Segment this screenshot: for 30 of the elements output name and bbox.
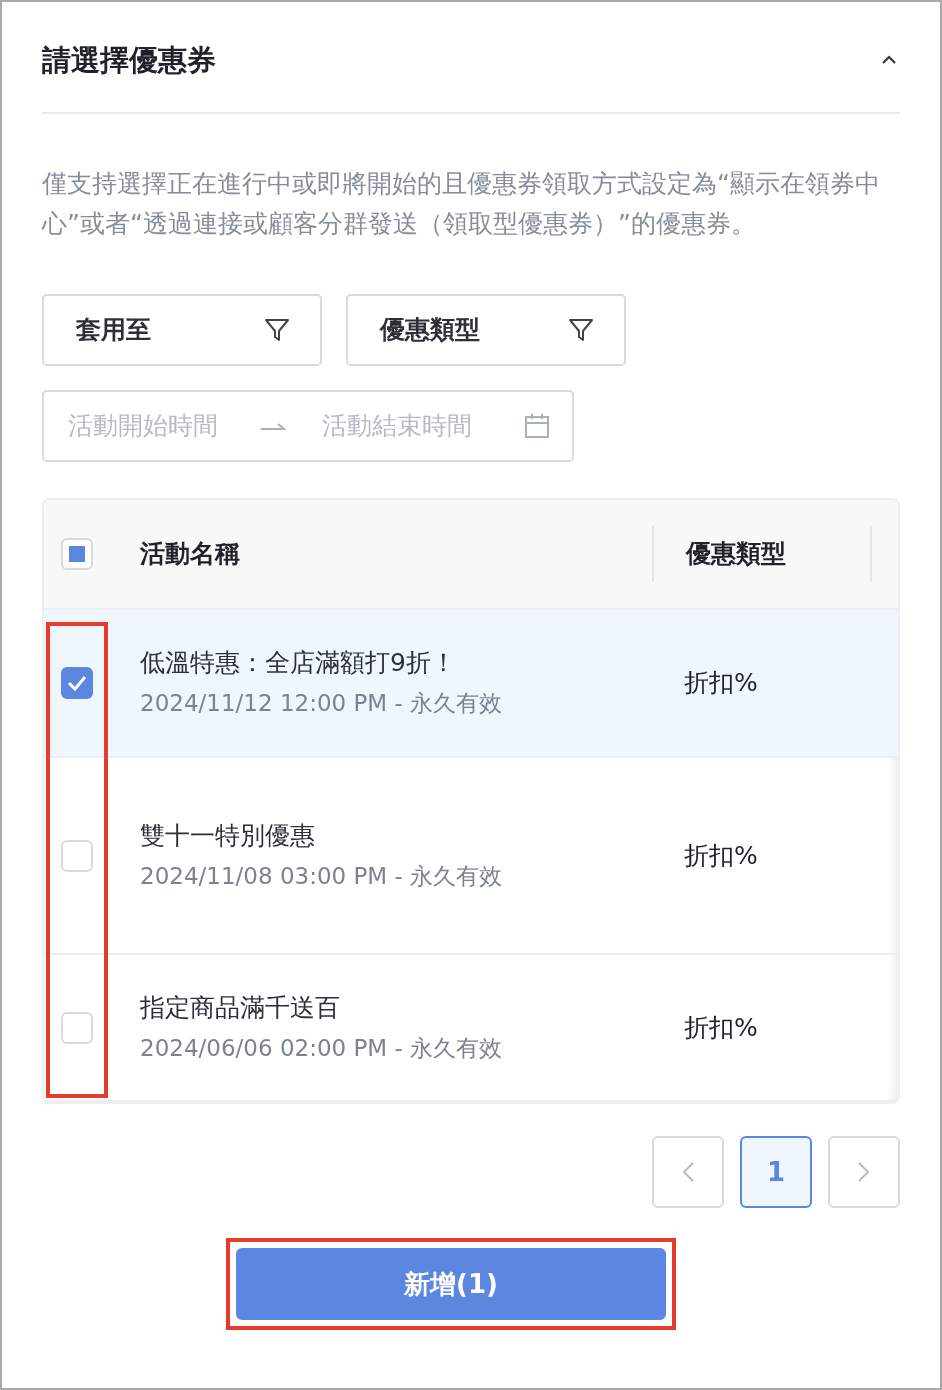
table-row[interactable]: 雙十一特別優惠 2024/11/08 03:00 PM - 永久有效 折扣% <box>44 758 898 955</box>
coupon-name: 雙十一特別優惠 <box>140 819 316 852</box>
coupon-period: 2024/11/08 03:00 PM - 永久有效 <box>140 861 504 891</box>
table-row[interactable]: 低溫特惠：全店滿額打9折！ 2024/11/12 12:00 PM - 永久有效 折扣% <box>44 610 898 758</box>
filter-icon <box>568 317 594 343</box>
end-date-field[interactable]: 活動結束時間 <box>320 406 500 446</box>
chevron-right-icon <box>856 1160 872 1184</box>
previous-page-button[interactable] <box>652 1136 724 1208</box>
coupon-type: 折扣% <box>683 839 759 872</box>
coupon-type: 折扣% <box>683 1011 759 1044</box>
coupon-type: 折扣% <box>683 667 759 700</box>
add-button[interactable]: 新增(1) <box>236 1248 666 1320</box>
table-row[interactable]: 指定商品滿千送百 2024/06/06 02:00 PM - 永久有效 折扣% <box>44 955 898 1102</box>
column-header: 優惠類型 <box>684 538 787 571</box>
filter-icon <box>264 317 290 343</box>
column-header: 活動名稱 <box>139 538 241 571</box>
next-page-button[interactable] <box>828 1136 900 1208</box>
description-text: 僅支持選擇正在進行中或即將開始的且優惠券領取方式設定為“顯示在領券中心”或者“透過連接或顧客分群發送（領取型優惠券）”的優惠券。 <box>42 168 881 240</box>
coupon-name: 低溫特惠：全店滿額打9折！ <box>140 647 457 679</box>
checkbox[interactable] <box>61 667 93 699</box>
panel-title: 請選擇優惠券 <box>42 42 216 78</box>
coupon-name: 指定商品滿千送百 <box>140 991 341 1024</box>
filter-button[interactable]: 套用至 <box>42 294 322 366</box>
start-date-field[interactable]: 活動開始時間 <box>66 406 246 446</box>
filter-button[interactable]: 優惠類型 <box>346 294 626 366</box>
calendar-icon <box>524 413 550 439</box>
chevron-left-icon <box>680 1160 696 1184</box>
coupon-period: 2024/11/12 12:00 PM - 永久有效 <box>140 689 504 718</box>
coupon-period: 2024/06/06 02:00 PM - 永久有效 <box>140 1033 504 1063</box>
check-icon <box>67 675 87 691</box>
